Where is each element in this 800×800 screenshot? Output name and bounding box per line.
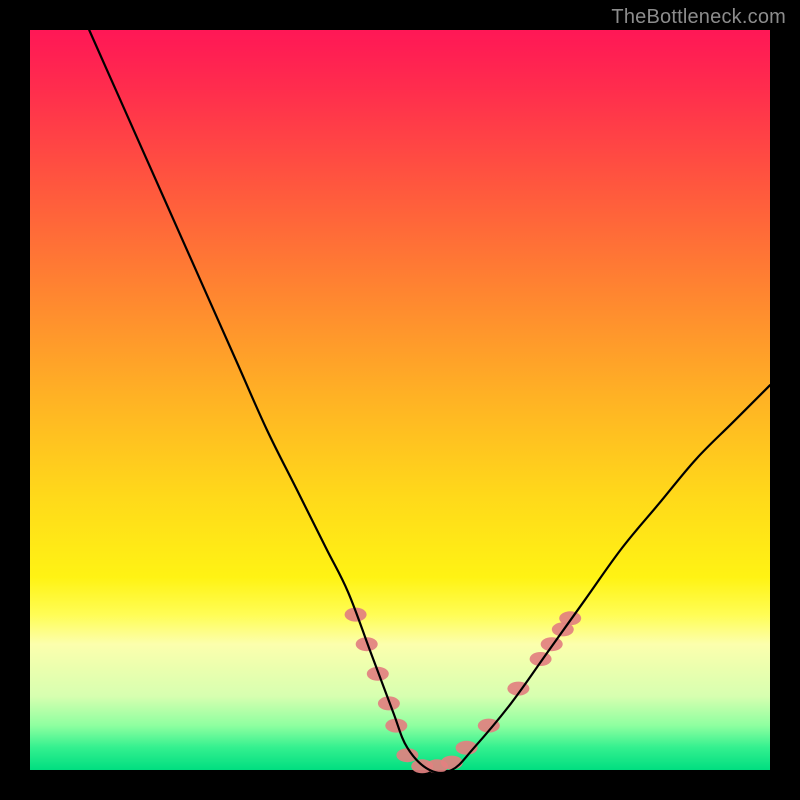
curve-marker [541,637,563,651]
curve-marker [559,611,581,625]
watermark-text: TheBottleneck.com [611,6,786,29]
marker-group [345,608,582,774]
curve-marker [396,748,418,762]
curve-line [89,30,770,773]
curve-svg [30,30,770,770]
chart-frame: TheBottleneck.com [0,0,800,800]
plot-area [30,30,770,770]
